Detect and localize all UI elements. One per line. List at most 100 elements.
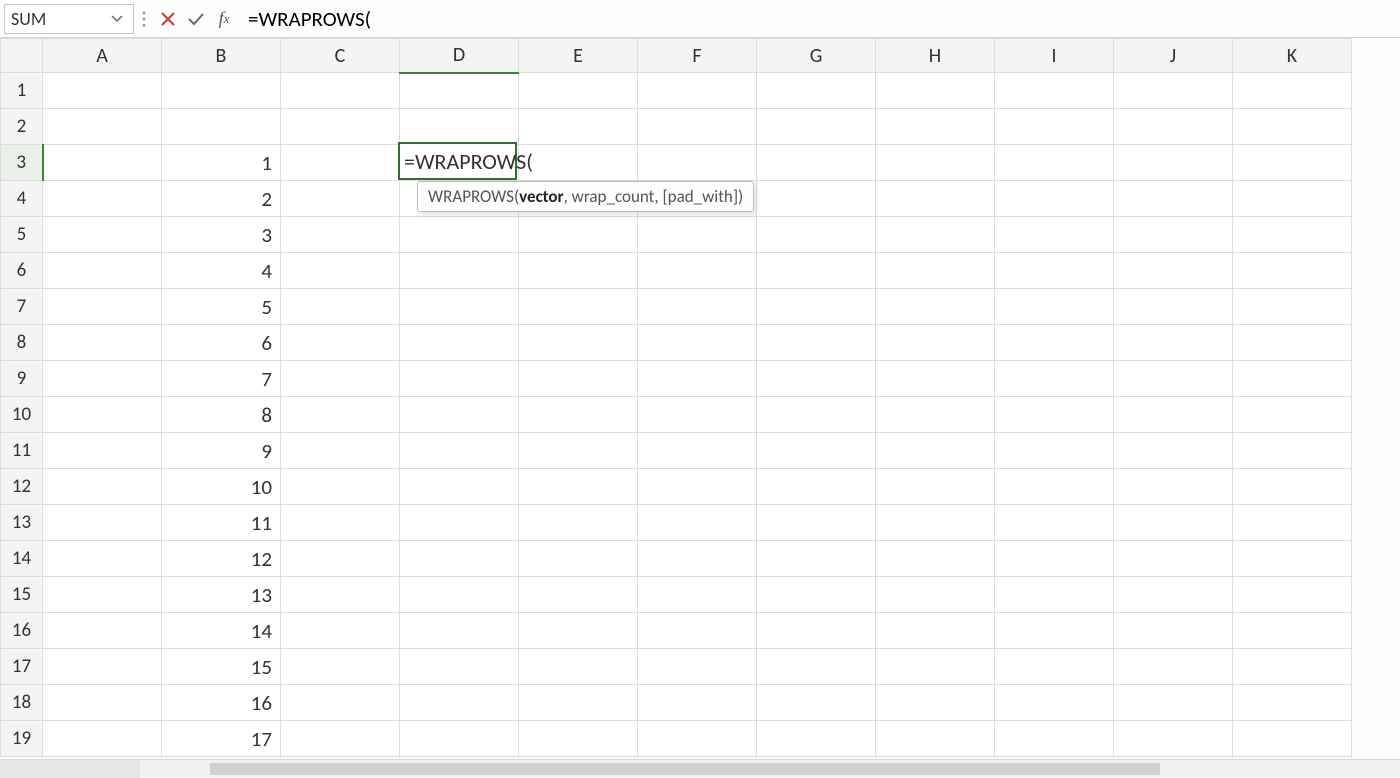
- cell-E18[interactable]: [519, 685, 638, 721]
- cell-C7[interactable]: [281, 289, 400, 325]
- sheet-tab-area[interactable]: [0, 760, 140, 778]
- cell-E12[interactable]: [519, 469, 638, 505]
- name-box[interactable]: SUM: [4, 4, 134, 34]
- cell-A12[interactable]: [43, 469, 162, 505]
- cell-D11[interactable]: [400, 433, 519, 469]
- cell-G7[interactable]: [757, 289, 876, 325]
- row-header-8[interactable]: 8: [1, 325, 43, 361]
- cell-J17[interactable]: [1114, 649, 1233, 685]
- cell-H5[interactable]: [876, 217, 995, 253]
- column-header-K[interactable]: K: [1233, 39, 1352, 73]
- cell-I18[interactable]: [995, 685, 1114, 721]
- cell-G16[interactable]: [757, 613, 876, 649]
- cell-F5[interactable]: [638, 217, 757, 253]
- cell-A3[interactable]: [43, 145, 162, 181]
- cell-J4[interactable]: [1114, 181, 1233, 217]
- cell-D1[interactable]: [400, 73, 519, 109]
- cell-E9[interactable]: [519, 361, 638, 397]
- cell-I16[interactable]: [995, 613, 1114, 649]
- cell-K4[interactable]: [1233, 181, 1352, 217]
- cell-J2[interactable]: [1114, 109, 1233, 145]
- cell-H6[interactable]: [876, 253, 995, 289]
- cell-C6[interactable]: [281, 253, 400, 289]
- cell-J18[interactable]: [1114, 685, 1233, 721]
- cell-J12[interactable]: [1114, 469, 1233, 505]
- cell-I6[interactable]: [995, 253, 1114, 289]
- cell-A6[interactable]: [43, 253, 162, 289]
- cell-F3[interactable]: [638, 145, 757, 181]
- column-header-H[interactable]: H: [876, 39, 995, 73]
- cell-B5[interactable]: 3: [162, 217, 281, 253]
- cell-G9[interactable]: [757, 361, 876, 397]
- cell-G18[interactable]: [757, 685, 876, 721]
- cell-K12[interactable]: [1233, 469, 1352, 505]
- cell-F11[interactable]: [638, 433, 757, 469]
- cell-J5[interactable]: [1114, 217, 1233, 253]
- cell-G10[interactable]: [757, 397, 876, 433]
- cell-K10[interactable]: [1233, 397, 1352, 433]
- cell-H18[interactable]: [876, 685, 995, 721]
- cell-A9[interactable]: [43, 361, 162, 397]
- cell-J8[interactable]: [1114, 325, 1233, 361]
- cell-A4[interactable]: [43, 181, 162, 217]
- cell-D6[interactable]: [400, 253, 519, 289]
- cell-K16[interactable]: [1233, 613, 1352, 649]
- row-header-5[interactable]: 5: [1, 217, 43, 253]
- row-header-11[interactable]: 11: [1, 433, 43, 469]
- column-header-J[interactable]: J: [1114, 39, 1233, 73]
- cell-G15[interactable]: [757, 577, 876, 613]
- cell-K13[interactable]: [1233, 505, 1352, 541]
- cell-I12[interactable]: [995, 469, 1114, 505]
- cell-B1[interactable]: [162, 73, 281, 109]
- scrollbar-thumb[interactable]: [210, 763, 1160, 775]
- cell-A8[interactable]: [43, 325, 162, 361]
- cell-C13[interactable]: [281, 505, 400, 541]
- cell-D9[interactable]: [400, 361, 519, 397]
- column-header-E[interactable]: E: [519, 39, 638, 73]
- cell-I13[interactable]: [995, 505, 1114, 541]
- cell-I9[interactable]: [995, 361, 1114, 397]
- cell-H1[interactable]: [876, 73, 995, 109]
- cancel-button[interactable]: [154, 4, 182, 34]
- row-header-14[interactable]: 14: [1, 541, 43, 577]
- cell-J15[interactable]: [1114, 577, 1233, 613]
- cell-B3[interactable]: 1: [162, 145, 281, 181]
- horizontal-scrollbar[interactable]: [0, 759, 1400, 777]
- cell-G14[interactable]: [757, 541, 876, 577]
- cell-H17[interactable]: [876, 649, 995, 685]
- cell-C11[interactable]: [281, 433, 400, 469]
- function-tooltip[interactable]: WRAPROWS(vector, wrap_count, [pad_with]): [417, 181, 754, 212]
- cell-D14[interactable]: [400, 541, 519, 577]
- cell-I5[interactable]: [995, 217, 1114, 253]
- cell-E17[interactable]: [519, 649, 638, 685]
- cell-H3[interactable]: [876, 145, 995, 181]
- cell-K11[interactable]: [1233, 433, 1352, 469]
- row-header-1[interactable]: 1: [1, 73, 43, 109]
- cell-B13[interactable]: 11: [162, 505, 281, 541]
- cell-K17[interactable]: [1233, 649, 1352, 685]
- cell-A17[interactable]: [43, 649, 162, 685]
- cell-B11[interactable]: 9: [162, 433, 281, 469]
- row-header-18[interactable]: 18: [1, 685, 43, 721]
- cell-B6[interactable]: 4: [162, 253, 281, 289]
- cell-I8[interactable]: [995, 325, 1114, 361]
- cell-B17[interactable]: 15: [162, 649, 281, 685]
- cell-G19[interactable]: [757, 721, 876, 757]
- cell-E7[interactable]: [519, 289, 638, 325]
- cell-G17[interactable]: [757, 649, 876, 685]
- cell-F16[interactable]: [638, 613, 757, 649]
- cell-G11[interactable]: [757, 433, 876, 469]
- cell-C2[interactable]: [281, 109, 400, 145]
- select-all-corner[interactable]: [1, 39, 43, 73]
- cell-C3[interactable]: [281, 145, 400, 181]
- cell-H13[interactable]: [876, 505, 995, 541]
- cell-D5[interactable]: [400, 217, 519, 253]
- cell-H2[interactable]: [876, 109, 995, 145]
- cell-F6[interactable]: [638, 253, 757, 289]
- cell-H19[interactable]: [876, 721, 995, 757]
- cell-G2[interactable]: [757, 109, 876, 145]
- fx-icon[interactable]: fx: [210, 4, 238, 34]
- cell-A1[interactable]: [43, 73, 162, 109]
- cell-C4[interactable]: [281, 181, 400, 217]
- cell-D13[interactable]: [400, 505, 519, 541]
